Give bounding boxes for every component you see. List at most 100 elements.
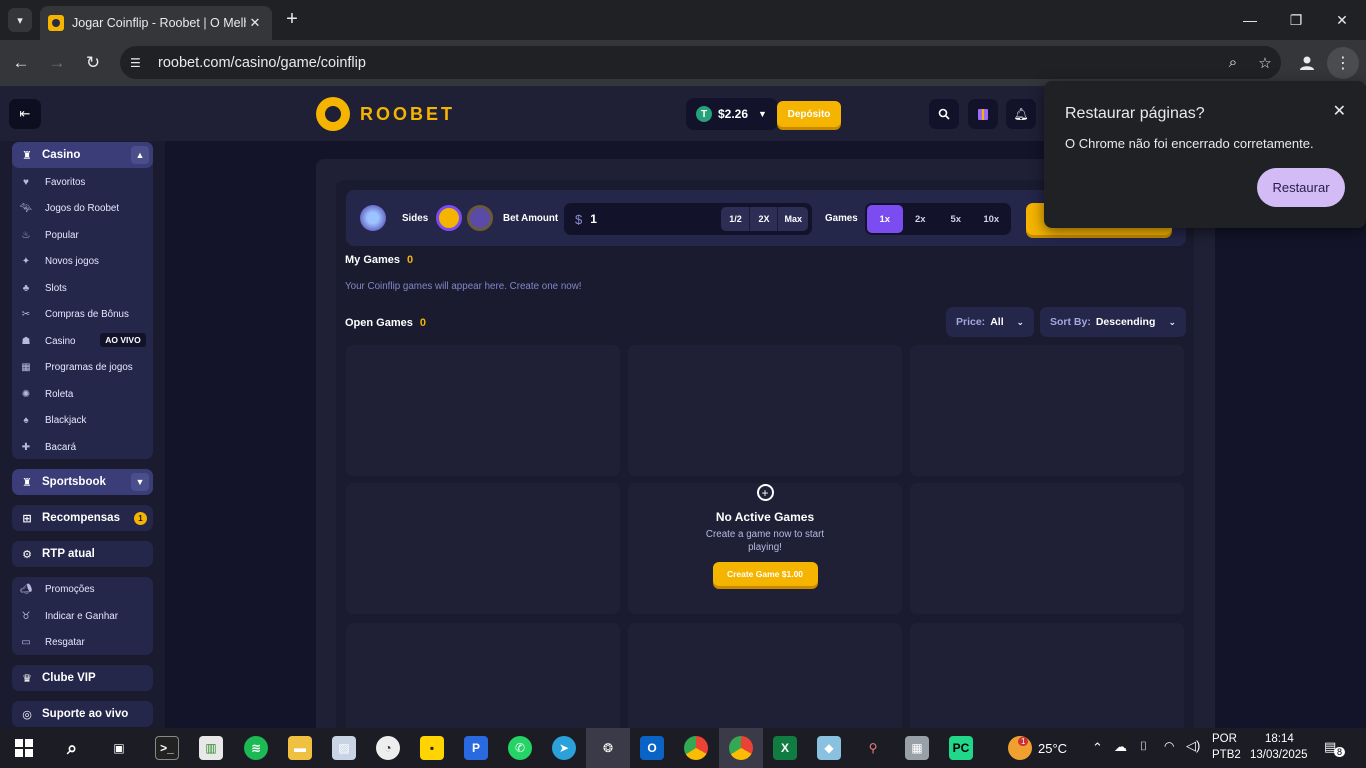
games-1x-button[interactable]: 1x [867, 205, 903, 233]
side-tails-coin-icon[interactable] [467, 205, 493, 231]
games-5x-button[interactable]: 5x [938, 205, 974, 233]
open-games-label: Open Games [345, 317, 413, 329]
zoom-icon[interactable]: ⌕ [1217, 54, 1249, 71]
forward-arrow-icon[interactable]: → [42, 48, 72, 78]
kebab-menu-icon[interactable]: ⋮ [1327, 47, 1359, 79]
chatgpt-icon[interactable]: ❂ [596, 736, 620, 760]
clock-icon[interactable]: ◔ [376, 736, 400, 760]
sidebar-item-popular[interactable]: ♨ Popular [18, 226, 79, 244]
gift-icon[interactable] [968, 99, 998, 129]
sidebar-item-indicar[interactable]: ♉ Indicar e Ganhar [18, 607, 118, 625]
search-icon[interactable] [929, 99, 959, 129]
sidebar-rtp[interactable]: ⚙ RTP atual [12, 541, 153, 567]
spotify-icon[interactable]: ≋ [244, 736, 268, 760]
sidebar-item-slots[interactable]: ♣ Slots [18, 279, 67, 297]
satellite-icon[interactable]: ⚲ [861, 736, 885, 760]
games-2x-button[interactable]: 2x [903, 205, 939, 233]
minimize-icon[interactable]: — [1238, 8, 1262, 32]
app-icon[interactable]: ◆ [817, 736, 841, 760]
sidebar-item-bacara[interactable]: ✚ Bacará [18, 438, 76, 456]
sidebar-item-casino-live[interactable]: ☗ Casino [18, 332, 76, 350]
search-icon[interactable]: ⌕ [60, 736, 84, 760]
browser-tab-active[interactable]: Jogar Coinflip - Roobet | O Melh ✕ [40, 6, 272, 40]
whatsapp-icon[interactable]: ✆ [508, 736, 532, 760]
bet-double-button[interactable]: 2X [749, 207, 778, 231]
bet-amount-value[interactable]: 1 [590, 212, 597, 226]
sidebar-item-novos-jogos[interactable]: ✦ Novos jogos [18, 252, 99, 270]
file-explorer-icon[interactable]: ▬ [288, 736, 312, 760]
user-avatar[interactable] [360, 205, 386, 231]
clock-date[interactable]: 13/03/2025 [1250, 749, 1308, 761]
games-count-selector: 1x 2x 5x 10x [865, 203, 1011, 235]
create-game-button[interactable]: Create Game $1.00 [712, 562, 818, 586]
chrome-icon[interactable] [684, 736, 708, 760]
excel-icon[interactable]: X [773, 736, 797, 760]
sidebar-suporte[interactable]: ◎ Suporte ao vivo [12, 701, 153, 727]
balance-selector[interactable]: T $2.26 ▼ [686, 98, 778, 130]
url-text[interactable]: roobet.com/casino/game/coinflip [158, 55, 1217, 71]
clock-time[interactable]: 18:14 [1265, 733, 1294, 745]
wifi-icon[interactable]: ◠ [1164, 739, 1174, 753]
browser-toolbar: ← → ↻ ☰ roobet.com/casino/game/coinflip … [0, 40, 1366, 86]
sidebar-casino-header[interactable]: ♜ Casino ▲ [12, 142, 153, 168]
sidebar-item-compras-bonus[interactable]: ✂ Compras de Bônus [18, 305, 129, 323]
chrome-profile-icon[interactable] [729, 736, 753, 760]
tab-close-icon[interactable]: ✕ [246, 14, 264, 32]
chevron-down-icon[interactable]: ▼ [131, 473, 149, 491]
calculator-icon[interactable]: ▦ [905, 736, 929, 760]
sticky-notes-icon[interactable]: ▪ [420, 736, 444, 760]
restore-icon[interactable]: ❐ [1284, 8, 1308, 32]
sidebar-recompensas[interactable]: ⊞ Recompensas 1 [12, 505, 153, 531]
chevron-up-icon[interactable]: ▲ [131, 146, 149, 164]
sidebar-vip-label: Clube VIP [42, 672, 96, 684]
collapse-sidebar-icon[interactable]: ⇤ [9, 99, 41, 129]
games-10x-button[interactable]: 10x [974, 205, 1010, 233]
address-bar[interactable]: ☰ roobet.com/casino/game/coinflip ⌕ ☆ [120, 46, 1281, 79]
sidebar-item-programas[interactable]: ▦ Programas de jogos [18, 358, 132, 376]
reload-icon[interactable]: ↻ [78, 48, 108, 78]
bet-half-button[interactable]: 1/2 [721, 207, 750, 231]
outlook-icon[interactable]: O [640, 736, 664, 760]
keyboard-layout[interactable]: PTB2 [1212, 749, 1241, 761]
roobet-logo[interactable]: ROOBET [316, 97, 455, 131]
cloud-icon[interactable]: ☁ [1114, 739, 1127, 755]
task-view-icon[interactable]: ▣ [107, 736, 131, 760]
tab-search-button[interactable]: ▾ [8, 8, 32, 32]
bet-max-button[interactable]: Max [777, 207, 808, 231]
sidebar-item-resgatar[interactable]: ▭ Resgatar [18, 633, 85, 651]
language-indicator[interactable]: POR [1212, 733, 1237, 745]
pandora-icon[interactable]: P [464, 736, 488, 760]
volume-icon[interactable]: ◁) [1186, 738, 1200, 754]
close-icon[interactable]: ✕ [1330, 8, 1354, 32]
sidebar-item-promocoes[interactable]: 📣︎ Promoções [18, 580, 95, 598]
sidebar-item-blackjack[interactable]: ♠ Blackjack [18, 411, 86, 429]
sidebar-item-roleta[interactable]: ✺ Roleta [18, 385, 74, 403]
new-tab-button[interactable]: + [282, 8, 302, 32]
bookmark-star-icon[interactable]: ☆ [1249, 54, 1281, 72]
pycharm-icon[interactable]: PC [949, 736, 973, 760]
battery-icon[interactable]: ⌷ [1140, 739, 1147, 754]
notepad-chart-icon[interactable]: ▥ [199, 736, 223, 760]
side-heads-coin-icon[interactable] [436, 205, 462, 231]
image-viewer-icon[interactable]: ▨ [332, 736, 356, 760]
sort-filter[interactable]: Sort By: Descending ⌄ [1040, 307, 1186, 337]
chevron-up-icon[interactable]: ⌃ [1092, 740, 1103, 756]
sidebar-sportsbook[interactable]: ♜ Sportsbook ▼ [12, 469, 153, 495]
weather-temp[interactable]: 25°C [1038, 741, 1067, 756]
telegram-icon[interactable]: ➤ [552, 736, 576, 760]
site-info-icon[interactable]: ☰ [130, 56, 150, 70]
restore-button[interactable]: Restaurar [1257, 168, 1345, 207]
sidebar-item-jogos-roobet[interactable]: 🦘︎ Jogos do Roobet [18, 199, 119, 217]
close-icon[interactable]: ✕ [1333, 101, 1346, 121]
sidebar-item-label: Casino [45, 335, 76, 347]
windows-start-icon[interactable] [12, 736, 36, 760]
back-arrow-icon[interactable]: ← [6, 48, 36, 78]
sidebar-item-favoritos[interactable]: ♥ Favoritos [18, 173, 85, 191]
deposit-button[interactable]: Depósito [777, 101, 841, 127]
sidebar-vip[interactable]: ♛ Clube VIP [12, 665, 153, 691]
bet-amount-input[interactable]: $ 1 1/2 2X Max [564, 203, 812, 235]
notification-bell-icon[interactable]: 🔔︎ [1006, 99, 1036, 129]
terminal-icon[interactable]: >_ [155, 736, 179, 760]
price-filter[interactable]: Price: All ⌄ [946, 307, 1034, 337]
profile-icon[interactable] [1291, 47, 1323, 79]
